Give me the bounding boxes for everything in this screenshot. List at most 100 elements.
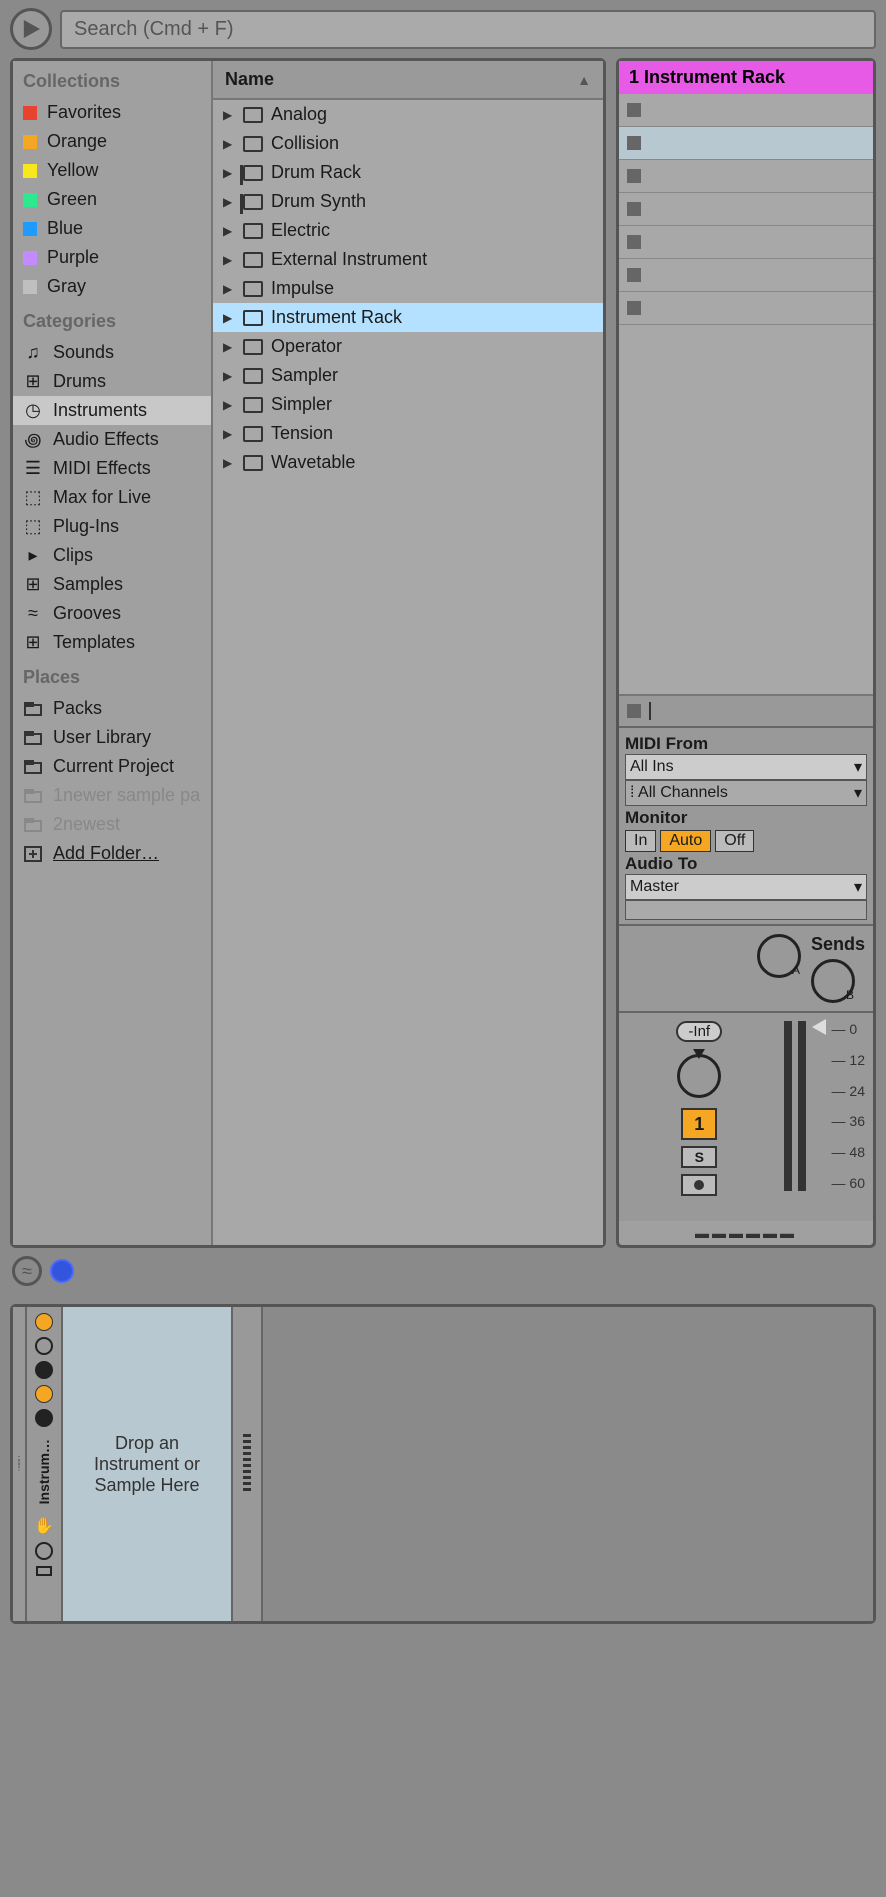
device-list-item[interactable]: ▶Drum Rack xyxy=(213,158,603,187)
peak-level[interactable]: -Inf xyxy=(676,1021,722,1042)
device-empty-area[interactable] xyxy=(263,1307,873,1621)
send-a-knob[interactable] xyxy=(757,934,801,978)
place-item[interactable]: User Library xyxy=(13,723,211,752)
audio-to-select[interactable]: Master▾ xyxy=(625,874,867,900)
clip-slot[interactable] xyxy=(619,127,873,160)
show-hide-button[interactable] xyxy=(35,1385,53,1403)
clip-slot[interactable] xyxy=(619,259,873,292)
hand-icon[interactable]: ✋ xyxy=(34,1516,54,1536)
send-b-knob[interactable] xyxy=(811,959,855,1003)
monitor-in-button[interactable]: In xyxy=(625,830,656,852)
stop-icon xyxy=(627,136,641,150)
help-icon[interactable] xyxy=(50,1259,74,1283)
midi-from-select[interactable]: All Ins▾ xyxy=(625,754,867,780)
device-list-item[interactable]: ▶Impulse xyxy=(213,274,603,303)
place-item[interactable]: Current Project xyxy=(13,752,211,781)
device-list-item[interactable]: ▶Tension xyxy=(213,419,603,448)
expand-icon[interactable]: ▶ xyxy=(223,398,235,412)
play-button[interactable] xyxy=(10,8,52,50)
category-item[interactable]: ⊞Drums xyxy=(13,367,211,396)
track-activator-button[interactable]: 1 xyxy=(681,1108,717,1140)
audio-sub-select[interactable] xyxy=(625,900,867,920)
device-on-off-button[interactable] xyxy=(35,1313,53,1331)
category-item[interactable]: ▸ Clips xyxy=(13,541,211,570)
pan-knob[interactable] xyxy=(677,1054,721,1098)
content-header[interactable]: Name ▲ xyxy=(213,61,603,100)
solo-button[interactable]: S xyxy=(681,1146,717,1168)
place-item[interactable]: 2newest xyxy=(13,810,211,839)
collection-item[interactable]: Orange xyxy=(13,127,211,156)
category-item[interactable]: ◷Instruments xyxy=(13,396,211,425)
device-drag-dots[interactable]: ⋮⋮⋮ xyxy=(13,1307,27,1621)
add-folder-button[interactable]: Add Folder… xyxy=(13,839,211,868)
expand-icon[interactable]: ▶ xyxy=(223,456,235,470)
category-item[interactable]: ꩜Audio Effects xyxy=(13,425,211,454)
collection-item[interactable]: Favorites xyxy=(13,98,211,127)
expand-icon[interactable]: ▶ xyxy=(223,253,235,267)
collection-item[interactable]: Gray xyxy=(13,272,211,301)
category-label: Samples xyxy=(53,574,123,595)
place-item[interactable]: 1newer sample pa xyxy=(13,781,211,810)
expand-icon[interactable]: ▶ xyxy=(223,369,235,383)
device-list-icon[interactable] xyxy=(35,1409,53,1427)
expand-icon[interactable]: ▶ xyxy=(223,137,235,151)
device-list-item[interactable]: ▶Simpler xyxy=(213,390,603,419)
expand-icon[interactable]: ▶ xyxy=(223,224,235,238)
clip-slot[interactable] xyxy=(619,226,873,259)
rand-icon[interactable] xyxy=(35,1542,53,1560)
device-list-item[interactable]: ▶Electric xyxy=(213,216,603,245)
category-label: Clips xyxy=(53,545,93,566)
overview-toggle-icon[interactable]: ≈ xyxy=(12,1256,42,1286)
monitor-off-button[interactable]: Off xyxy=(715,830,754,852)
volume-fader[interactable] xyxy=(812,1019,826,1035)
track-title[interactable]: 1 Instrument Rack xyxy=(619,61,873,94)
category-item[interactable]: ⊞Templates xyxy=(13,628,211,657)
collection-item[interactable]: Blue xyxy=(13,214,211,243)
expand-icon[interactable]: ▶ xyxy=(223,427,235,441)
expand-icon[interactable]: ▶ xyxy=(223,166,235,180)
clip-slot[interactable] xyxy=(619,292,873,325)
expand-icon[interactable]: ▶ xyxy=(223,195,235,209)
device-list-item[interactable]: ▶Operator xyxy=(213,332,603,361)
clip-slot[interactable] xyxy=(619,94,873,127)
device-list-item[interactable]: ▶Analog xyxy=(213,100,603,129)
clip-slot[interactable] xyxy=(619,160,873,193)
scene-stop-row[interactable] xyxy=(619,694,873,726)
expand-icon[interactable]: ▶ xyxy=(223,282,235,296)
device-list-item[interactable]: ▶Wavetable xyxy=(213,448,603,477)
device-list-item[interactable]: ▶Collision xyxy=(213,129,603,158)
macro-icon[interactable] xyxy=(35,1337,53,1355)
category-item[interactable]: ≈Grooves xyxy=(13,599,211,628)
expand-icon[interactable]: ▶ xyxy=(223,311,235,325)
category-item[interactable]: ♫Sounds xyxy=(13,338,211,367)
resize-handle[interactable]: ▬▬▬▬▬▬ xyxy=(619,1221,873,1245)
device-list-item[interactable]: ▶Drum Synth xyxy=(213,187,603,216)
category-item[interactable]: ⬚Plug-Ins xyxy=(13,512,211,541)
place-item[interactable]: Packs xyxy=(13,694,211,723)
device-drop-area[interactable]: Drop an Instrument or Sample Here xyxy=(63,1307,233,1621)
category-item[interactable]: ⊞Samples xyxy=(13,570,211,599)
device-resize-handle[interactable] xyxy=(233,1307,263,1621)
collection-item[interactable]: Purple xyxy=(13,243,211,272)
clip-slot-empty-area[interactable] xyxy=(619,325,873,694)
clip-slot[interactable] xyxy=(619,193,873,226)
device-list-item[interactable]: ▶Sampler xyxy=(213,361,603,390)
monitor-auto-button[interactable]: Auto xyxy=(660,830,711,852)
device-list-item[interactable]: ▶External Instrument xyxy=(213,245,603,274)
expand-icon[interactable]: ▶ xyxy=(223,340,235,354)
device-title-bar[interactable]: Instrum… ✋ xyxy=(27,1307,63,1621)
arm-button[interactable] xyxy=(681,1174,717,1196)
collection-item[interactable]: Yellow xyxy=(13,156,211,185)
collection-item[interactable]: Green xyxy=(13,185,211,214)
save-preset-icon[interactable] xyxy=(36,1566,52,1576)
volume-meter xyxy=(798,1021,806,1191)
midi-channel-select[interactable]: ⁞ All Channels▾ xyxy=(625,780,867,806)
category-icon: ▸ xyxy=(23,546,43,566)
category-item[interactable]: ☰MIDI Effects xyxy=(13,454,211,483)
search-input[interactable]: Search (Cmd + F) xyxy=(60,10,876,49)
stop-icon xyxy=(627,301,641,315)
expand-icon[interactable]: ▶ xyxy=(223,108,235,122)
chain-icon[interactable] xyxy=(35,1361,53,1379)
device-list-item[interactable]: ▶Instrument Rack xyxy=(213,303,603,332)
category-item[interactable]: ⬚Max for Live xyxy=(13,483,211,512)
